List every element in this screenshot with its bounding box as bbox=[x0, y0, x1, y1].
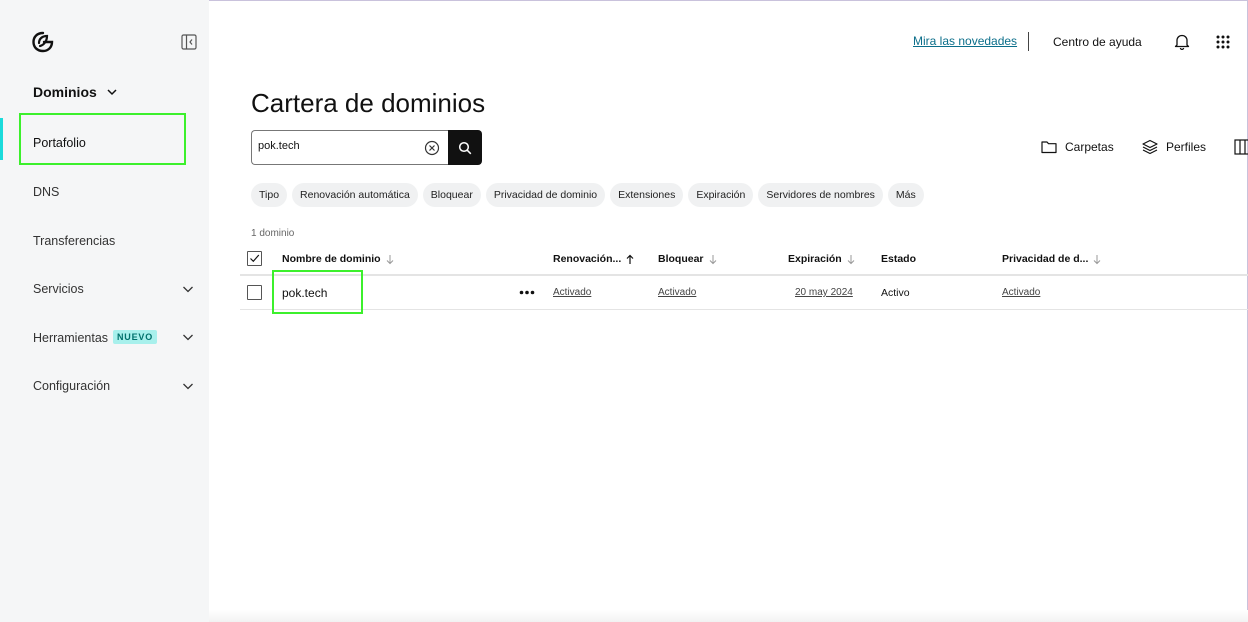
sidebar-item-herramientas[interactable]: Herramientas bbox=[33, 331, 108, 345]
filter-extensiones[interactable]: Extensiones bbox=[610, 183, 684, 207]
table-header: Nombre de dominio Renovación... Bloquear… bbox=[240, 247, 1248, 276]
folders-button[interactable]: Carpetas bbox=[1041, 139, 1114, 155]
col-expiration-label: Expiración bbox=[788, 253, 842, 265]
col-name-label: Nombre de dominio bbox=[282, 253, 381, 265]
chevron-down-icon bbox=[107, 89, 117, 96]
section-dominios[interactable]: Dominios bbox=[33, 84, 119, 100]
page-title: Cartera de dominios bbox=[251, 88, 486, 118]
arrow-down-icon bbox=[847, 254, 855, 264]
folder-icon bbox=[1041, 141, 1057, 154]
sidebar-item-configuracion[interactable]: Configuración bbox=[33, 379, 110, 393]
sidebar-item-portafolio[interactable]: Portafolio bbox=[33, 136, 86, 150]
col-privacy[interactable]: Privacidad de d... bbox=[1002, 253, 1102, 265]
search-icon bbox=[458, 141, 472, 154]
filter-tipo[interactable]: Tipo bbox=[251, 183, 288, 207]
apps-grid-icon[interactable] bbox=[1216, 35, 1230, 49]
arrow-down-icon bbox=[386, 254, 393, 264]
row-checkbox[interactable] bbox=[247, 285, 262, 300]
bell-icon[interactable] bbox=[1174, 33, 1190, 50]
clear-icon[interactable] bbox=[424, 140, 440, 156]
col-lock[interactable]: Bloquear bbox=[658, 253, 718, 265]
col-status[interactable]: Estado bbox=[881, 253, 916, 265]
result-count: 1 dominio bbox=[251, 228, 295, 239]
news-link[interactable]: Mira las novedades bbox=[913, 34, 1017, 48]
col-privacy-label: Privacidad de d... bbox=[1002, 253, 1089, 265]
arrow-down-icon bbox=[709, 254, 716, 264]
new-badge: NUEVO bbox=[113, 330, 158, 344]
filter-mas[interactable]: Más bbox=[887, 183, 924, 207]
expiration-value[interactable]: 20 may 2024 bbox=[795, 287, 853, 298]
chevron-down-icon[interactable] bbox=[181, 330, 195, 344]
section-title: Dominios bbox=[33, 84, 97, 100]
sidebar-item-servicios[interactable]: Servicios bbox=[33, 282, 84, 296]
search-input[interactable] bbox=[258, 140, 418, 152]
profiles-button[interactable]: Perfiles bbox=[1142, 139, 1206, 155]
col-renewal[interactable]: Renovación... bbox=[553, 253, 635, 265]
folders-label: Carpetas bbox=[1065, 140, 1114, 154]
search-field[interactable] bbox=[251, 130, 449, 165]
col-name[interactable]: Nombre de dominio bbox=[282, 253, 395, 265]
filter-privacidad[interactable]: Privacidad de dominio bbox=[485, 183, 606, 207]
filter-renovacion[interactable]: Renovación automática bbox=[292, 183, 418, 207]
profiles-label: Perfiles bbox=[1166, 140, 1207, 154]
arrow-up-icon bbox=[626, 254, 634, 264]
chevron-down-icon[interactable] bbox=[181, 379, 195, 393]
bottom-shade bbox=[209, 610, 1248, 622]
help-center-link[interactable]: Centro de ayuda bbox=[1053, 35, 1142, 49]
godaddy-logo-icon[interactable] bbox=[31, 30, 55, 54]
col-expiration[interactable]: Expiración bbox=[788, 253, 856, 265]
active-indicator bbox=[0, 118, 3, 160]
check-icon bbox=[250, 254, 260, 263]
layers-icon bbox=[1142, 139, 1158, 155]
filter-expiracion[interactable]: Expiración bbox=[688, 183, 754, 207]
domain-name-link[interactable]: pok.tech bbox=[282, 286, 327, 300]
search-button[interactable] bbox=[448, 130, 482, 165]
table-row[interactable]: pok.tech Activado Activado 20 may 2024 A… bbox=[240, 276, 1248, 310]
col-status-label: Estado bbox=[881, 253, 917, 265]
collapse-sidebar-icon[interactable] bbox=[181, 34, 197, 50]
privacy-value[interactable]: Activado bbox=[1002, 287, 1040, 298]
sidebar-item-transferencias[interactable]: Transferencias bbox=[33, 234, 115, 248]
chevron-down-icon[interactable] bbox=[181, 282, 195, 296]
filter-chips: Tipo Renovación automática Bloquear Priv… bbox=[251, 183, 924, 207]
col-lock-label: Bloquear bbox=[658, 253, 704, 265]
divider bbox=[1028, 32, 1029, 51]
filter-servidores[interactable]: Servidores de nombres bbox=[758, 183, 883, 207]
sidebar-item-dns[interactable]: DNS bbox=[33, 185, 59, 199]
renewal-value[interactable]: Activado bbox=[553, 287, 591, 298]
arrow-down-icon bbox=[1094, 254, 1101, 264]
filter-bloquear[interactable]: Bloquear bbox=[422, 183, 481, 207]
select-all-checkbox[interactable] bbox=[247, 251, 262, 266]
more-options-icon[interactable] bbox=[519, 290, 535, 295]
sidebar: Dominios Portafolio DNS Transferencias S… bbox=[0, 0, 209, 622]
status-value: Activo bbox=[881, 287, 910, 299]
columns-icon[interactable] bbox=[1234, 139, 1248, 155]
col-renewal-label: Renovación... bbox=[553, 253, 622, 265]
lock-value[interactable]: Activado bbox=[658, 287, 696, 298]
